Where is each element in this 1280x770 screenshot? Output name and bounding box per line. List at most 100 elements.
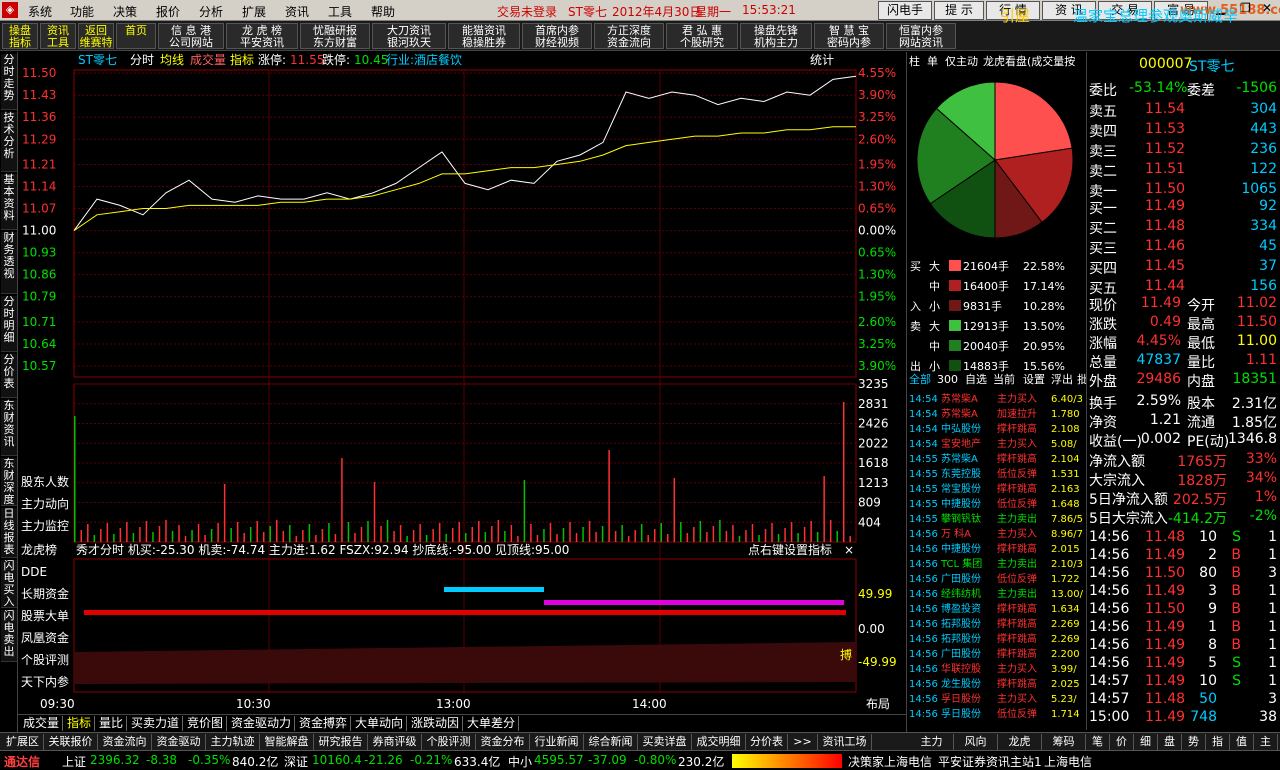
radar-signal: 撑杆跳高: [997, 602, 1037, 615]
bottom-tab-3[interactable]: 资金驱动: [152, 734, 206, 750]
toolbar-button-4[interactable]: 信 息 港公司网站: [158, 23, 224, 49]
subtab-4[interactable]: 竞价图: [184, 716, 228, 731]
toolbar-button-13[interactable]: 智 慧 宝密码内参: [814, 23, 884, 49]
toolbar-button-14[interactable]: 恒富内参 网站资讯: [886, 23, 956, 49]
bottom-right-tabs: 主力 风向 龙虎 筹码: [910, 732, 1086, 750]
menu-extend[interactable]: 扩展: [242, 3, 266, 20]
bottom-tab-11[interactable]: 综合新闻: [584, 734, 638, 750]
radar-time: 14:56: [909, 649, 938, 660]
quote-tab-2[interactable]: 细: [1134, 734, 1158, 750]
leftnav-item-0[interactable]: 分时走势: [1, 54, 17, 110]
quote-tab-1[interactable]: 价: [1110, 734, 1134, 750]
toolbar-button-7[interactable]: 大刀资讯 银河玖天: [372, 23, 446, 49]
toolbar-button-5[interactable]: 龙 虎 榜平安资讯: [226, 23, 298, 49]
bottom-tab-5[interactable]: 智能解盘: [260, 734, 314, 750]
leftnav-item-9[interactable]: 闪电买入: [1, 560, 17, 608]
menu-help[interactable]: 帮助: [371, 3, 395, 20]
quote-cell: PE(动): [1187, 434, 1230, 450]
toolbar-button-8[interactable]: 能猫资讯 稳操胜券: [448, 23, 520, 49]
leftnav-item-10[interactable]: 闪电卖出: [1, 610, 17, 662]
quote-tab-0[interactable]: 笔: [1086, 734, 1110, 750]
radar-signal: 主力买入: [997, 692, 1037, 705]
leftnav-item-7[interactable]: 东财深度: [1, 458, 17, 506]
toolbar-button-sublabel: 个股研究: [680, 36, 724, 49]
leftnav-item-6[interactable]: 东财资讯: [1, 400, 17, 456]
sh-index-amount: 840.2亿: [232, 755, 279, 769]
restore-icon[interactable]: ❐: [1240, 1, 1251, 15]
bottom-tab-12[interactable]: 买卖详盘: [638, 734, 692, 750]
bottom-right-tab-0[interactable]: 主力: [910, 734, 954, 750]
quote-tab-4[interactable]: 势: [1182, 734, 1206, 750]
server-2[interactable]: 平安证券资讯主站1: [938, 753, 1042, 770]
intraday-chart-area[interactable]: 11.50 4.55% 11.43 3.90% 11.36 3.25% 11.29 2.60%…: [18, 52, 906, 714]
time-axis-label: 13:00: [436, 697, 471, 711]
toolbar-button-10[interactable]: 方正深度 资金流向: [594, 23, 664, 49]
toolbar-button-0[interactable]: 操盘 指标: [2, 23, 38, 49]
bottom-tab-0[interactable]: 扩展区: [2, 734, 44, 750]
subtab-8[interactable]: 涨跌动因: [408, 716, 464, 731]
volume-bar: [217, 523, 219, 542]
toolbar-button-12[interactable]: 操盘先锋 机构主力: [740, 23, 812, 49]
leftnav-item-4[interactable]: 分时明细: [1, 296, 17, 352]
bottom-right-tab-3[interactable]: 筹码: [1042, 734, 1086, 750]
radar-tab-2: 自选: [965, 373, 987, 386]
stat-row-0: 现价 11.49 今开 11.02: [1089, 295, 1279, 314]
bottom-tab-16[interactable]: 资讯工场: [818, 734, 872, 750]
toolbar-button-6[interactable]: 忧融研报 东方财富: [300, 23, 370, 49]
subtab-3[interactable]: 买卖力道: [128, 716, 184, 731]
subtab-2[interactable]: 量比: [96, 716, 128, 731]
menu-tools[interactable]: 工具: [328, 3, 352, 20]
close-icon[interactable]: ✕: [1262, 1, 1272, 15]
volume-bar: [810, 521, 812, 542]
bottom-right-tab-2[interactable]: 龙虎: [998, 734, 1042, 750]
volume-bar: [243, 533, 245, 542]
bottom-tab-8[interactable]: 个股评测: [422, 734, 476, 750]
toolbar-button-3[interactable]: 首页: [116, 23, 156, 49]
bottom-tab-7[interactable]: 券商评级: [368, 734, 422, 750]
bottom-tab-9[interactable]: 资金分布: [476, 734, 530, 750]
server-1[interactable]: 决策家上海电信: [848, 753, 932, 770]
bottom-tab-1[interactable]: 关联报价: [44, 734, 98, 750]
menu-quote[interactable]: 报价: [156, 3, 180, 20]
pie-tab-0: 柱: [909, 54, 920, 68]
subtab-7[interactable]: 大单动向: [352, 716, 408, 731]
leftnav-item-3[interactable]: 财务透视: [1, 232, 17, 294]
bottom-tab-15[interactable]: >>: [788, 734, 818, 750]
toolbar-button-1[interactable]: 资讯 工具: [40, 23, 76, 49]
leftnav-item-2[interactable]: 基本资料: [1, 174, 17, 230]
pie-panel: 柱单仅主动 龙虎看盘(成交量按买大 21604手 22.58% 中 16400手 17.14…: [906, 52, 1088, 732]
toolbar-button-2[interactable]: 返回 维赛特: [78, 23, 114, 49]
leftnav-item-8[interactable]: 日线报表: [1, 508, 17, 558]
quote-tab-5[interactable]: 指: [1206, 734, 1230, 750]
menu-info[interactable]: 资讯: [285, 3, 309, 20]
subtab-9[interactable]: 大单差分: [464, 716, 520, 731]
menu-analysis[interactable]: 分析: [199, 3, 223, 20]
bottom-right-tab-1[interactable]: 风向: [954, 734, 998, 750]
volume-bar: [184, 536, 187, 542]
subtab-0[interactable]: 成交量: [20, 716, 64, 731]
bottom-tab-4[interactable]: 主力轨迹: [206, 734, 260, 750]
bottom-tab-6[interactable]: 研究报告: [314, 734, 368, 750]
quote-tab-6[interactable]: 值: [1230, 734, 1254, 750]
menu-function[interactable]: 功能: [70, 3, 94, 20]
subtab-6[interactable]: 资金搏弈: [296, 716, 352, 731]
leftnav-item-5[interactable]: 分价表: [1, 354, 17, 398]
prompt-button[interactable]: 提 示: [934, 1, 984, 20]
bottom-tab-14[interactable]: 分价表: [746, 734, 788, 750]
bottom-tab-10[interactable]: 行业新闻: [530, 734, 584, 750]
bottom-tab-13[interactable]: 成交明细: [692, 734, 746, 750]
radar-time: 14:56: [909, 529, 938, 540]
volume-bar: [575, 533, 578, 542]
subtab-1[interactable]: 指标: [64, 716, 96, 731]
subtab-5[interactable]: 资金驱动力: [228, 716, 296, 731]
server-3[interactable]: 上海电信: [1044, 753, 1092, 770]
quote-tab-3[interactable]: 盘: [1158, 734, 1182, 750]
quote-tab-7[interactable]: 主: [1254, 734, 1278, 750]
bottom-tab-2[interactable]: 资金流向: [98, 734, 152, 750]
menu-system[interactable]: 系统: [28, 3, 52, 20]
toolbar-button-11[interactable]: 君 弘 惠个股研究: [666, 23, 738, 49]
flash-hand-button[interactable]: 闪电手: [878, 1, 932, 20]
leftnav-item-1[interactable]: 技术分析: [1, 112, 17, 172]
toolbar-button-9[interactable]: 首席内参 财经视频: [522, 23, 592, 49]
menu-decision[interactable]: 决策: [113, 3, 137, 20]
